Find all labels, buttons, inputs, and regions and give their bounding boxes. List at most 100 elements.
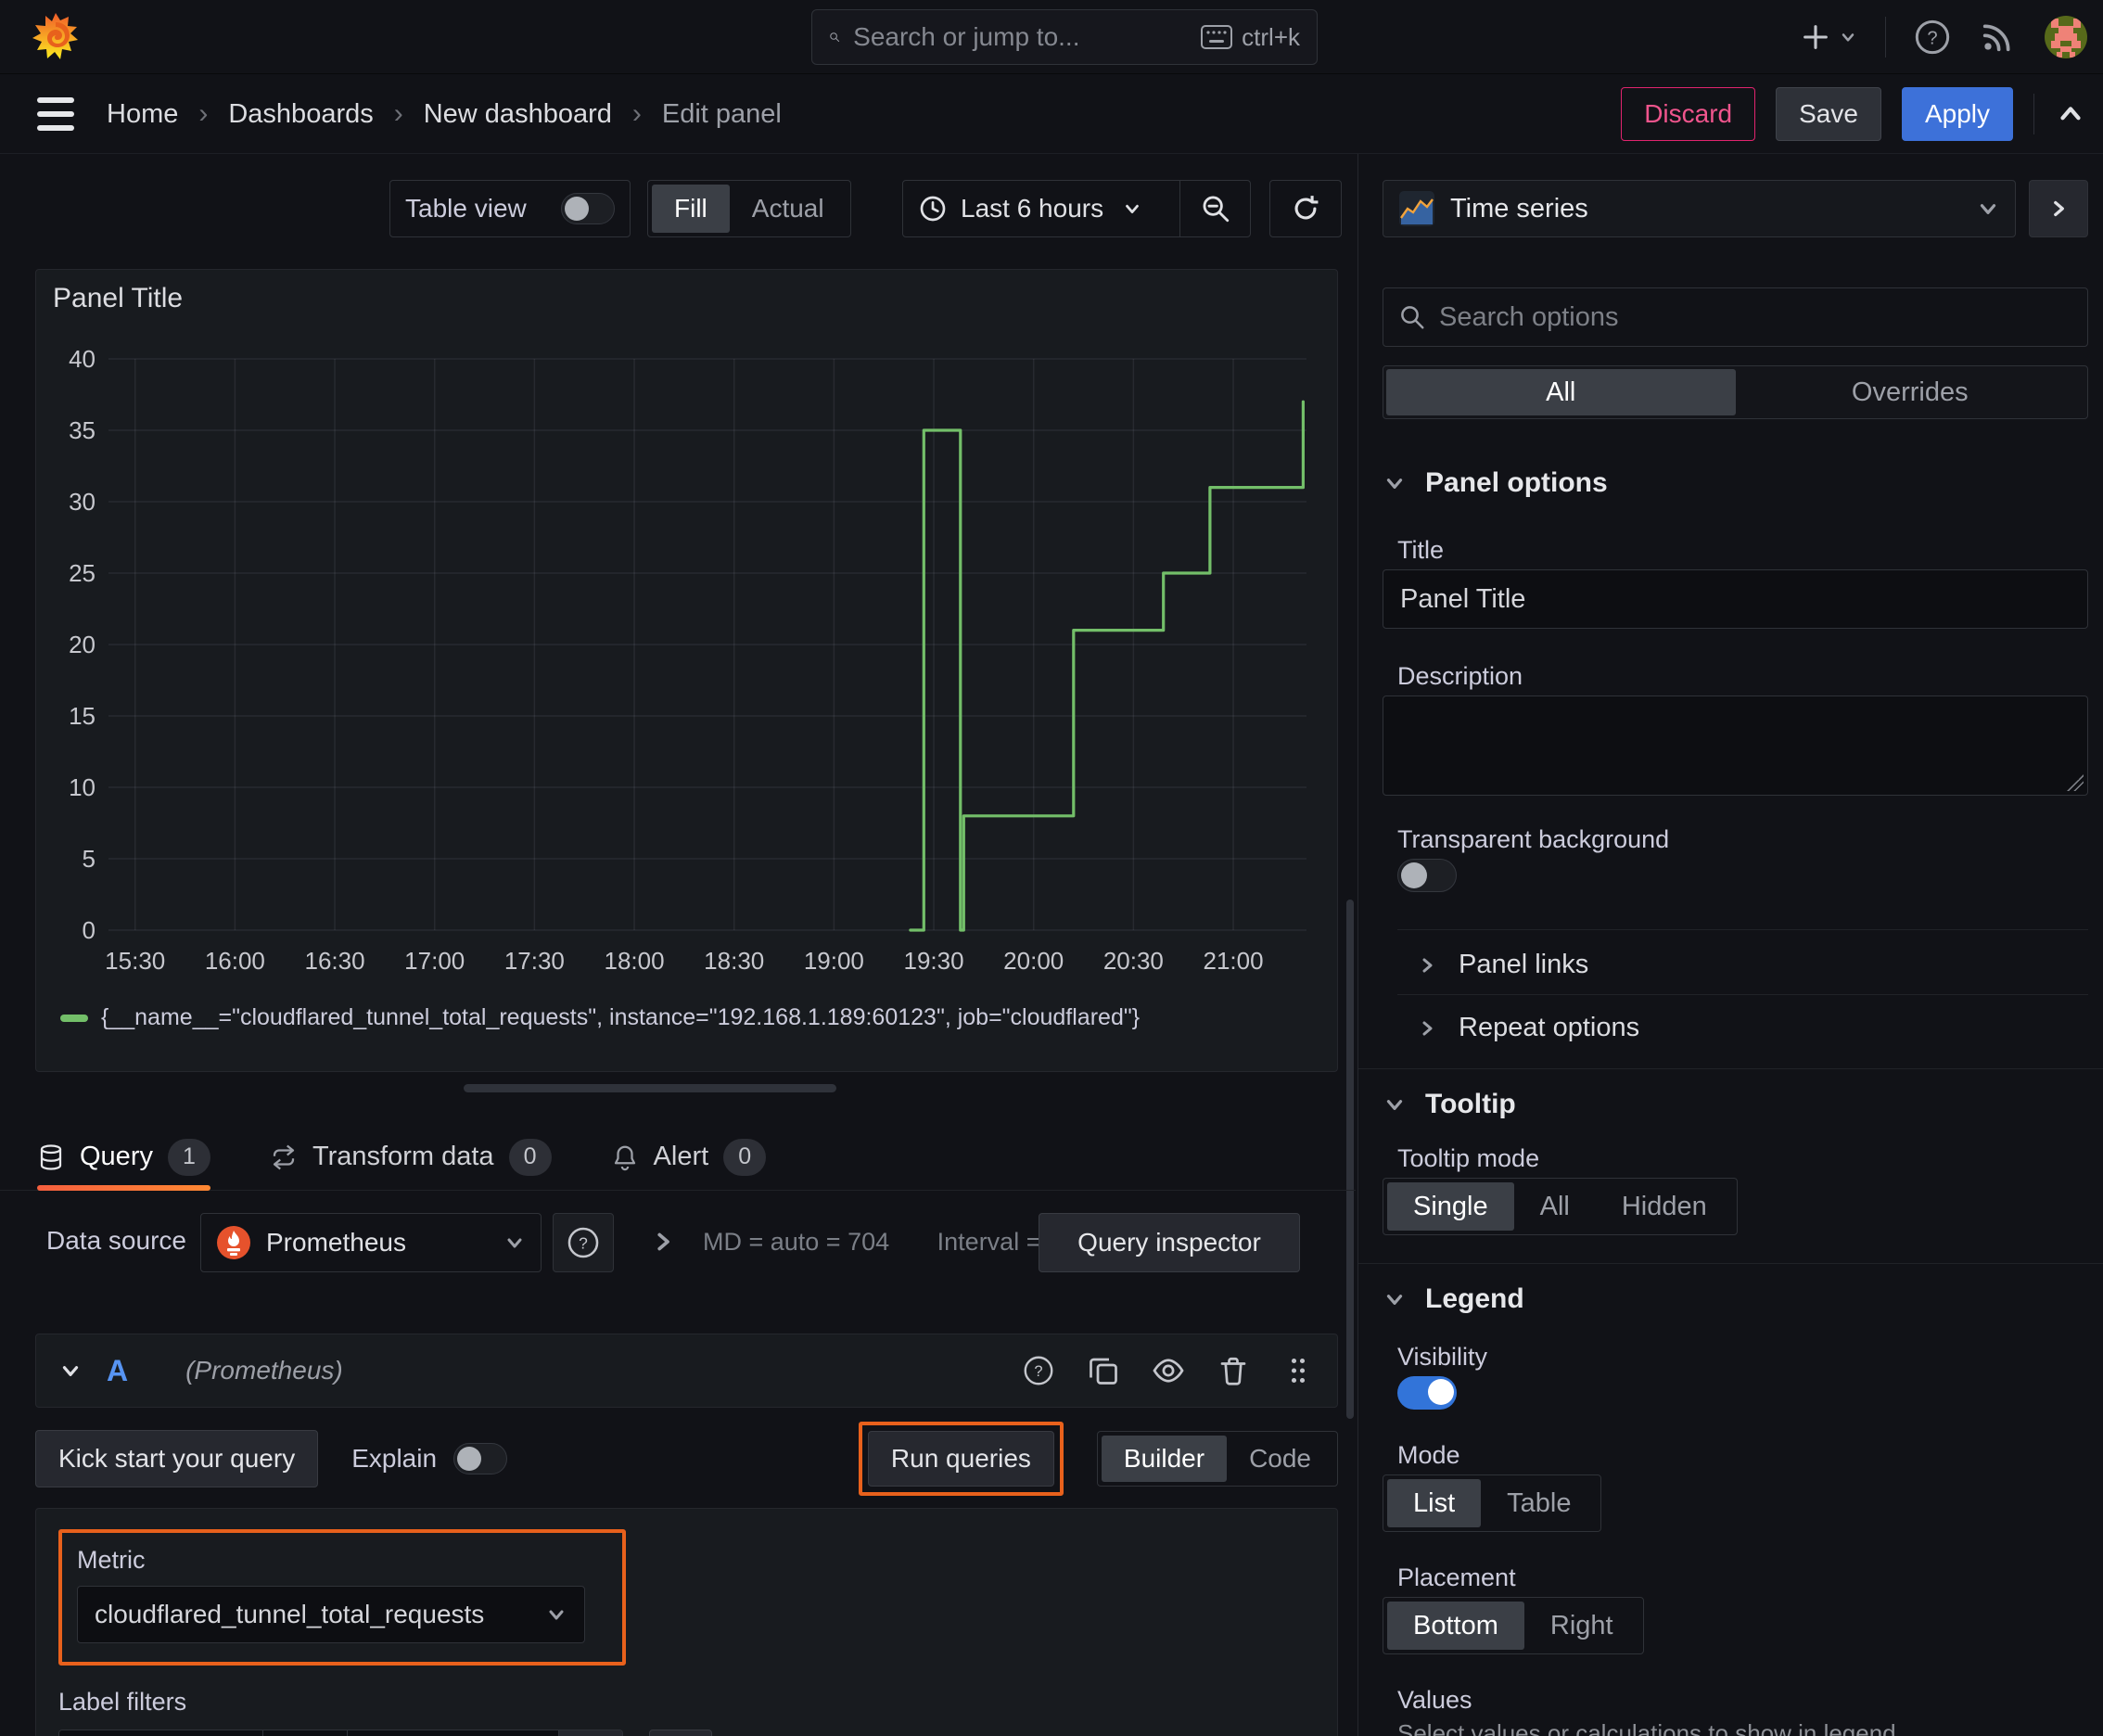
zoom-out-button[interactable] xyxy=(1179,181,1250,236)
run-queries-button[interactable]: Run queries xyxy=(867,1431,1054,1487)
breadcrumb-home[interactable]: Home xyxy=(107,99,178,130)
breadcrumb-new-dashboard[interactable]: New dashboard xyxy=(424,99,612,130)
datasource-help-button[interactable]: ? xyxy=(553,1213,614,1272)
query-stats: MD = auto = 704 Interval = 30s xyxy=(703,1228,1089,1257)
placement-right-option[interactable]: Right xyxy=(1524,1602,1639,1650)
select-label-dropdown[interactable]: Select label xyxy=(59,1730,263,1736)
legend-list-option[interactable]: List xyxy=(1387,1479,1482,1527)
actual-option[interactable]: Actual xyxy=(730,185,847,233)
legend-series-label[interactable]: {__name__="cloudflared_tunnel_total_requ… xyxy=(101,1004,1140,1031)
actions-divider xyxy=(2033,94,2034,134)
tab-alert[interactable]: Alert 0 xyxy=(611,1124,767,1191)
select-value-dropdown[interactable]: Select value xyxy=(348,1730,559,1736)
legend-table-option[interactable]: Table xyxy=(1481,1479,1597,1527)
legend-swatch xyxy=(60,1014,88,1022)
user-avatar[interactable] xyxy=(2044,15,2088,59)
transparent-bg-toggle[interactable] xyxy=(1397,859,1457,892)
hide-response-eye-icon[interactable] xyxy=(1152,1354,1185,1387)
transform-count-badge: 0 xyxy=(508,1138,552,1176)
tooltip-hidden-option[interactable]: Hidden xyxy=(1596,1182,1733,1231)
divider xyxy=(1397,994,2088,995)
news-button[interactable] xyxy=(1979,19,2016,56)
chevron-up-icon xyxy=(2060,107,2081,121)
apply-button[interactable]: Apply xyxy=(1901,87,2013,141)
tooltip-single-option[interactable]: Single xyxy=(1387,1182,1514,1231)
drag-handle-grip-icon[interactable] xyxy=(1281,1354,1315,1387)
panel-view-toolbar: Table view Fill Actual Last 6 hours xyxy=(0,180,1343,237)
discard-button[interactable]: Discard xyxy=(1621,87,1756,141)
placement-bottom-option[interactable]: Bottom xyxy=(1387,1602,1524,1650)
svg-text:?: ? xyxy=(1034,1363,1042,1380)
save-button[interactable]: Save xyxy=(1776,87,1881,141)
svg-text:0: 0 xyxy=(83,916,96,944)
code-option[interactable]: Code xyxy=(1227,1436,1333,1482)
section-repeat-options[interactable]: Repeat options xyxy=(1416,1013,1639,1043)
help-button[interactable]: ? xyxy=(1914,19,1951,56)
query-row-header[interactable]: A (Prometheus) ? xyxy=(35,1334,1338,1408)
viz-suggestions-button[interactable] xyxy=(2029,180,2088,237)
svg-text:10: 10 xyxy=(69,773,96,801)
global-search-input[interactable] xyxy=(853,22,1189,52)
remove-filter-button[interactable] xyxy=(558,1730,622,1736)
description-textarea[interactable] xyxy=(1383,696,2088,796)
query-help-icon[interactable]: ? xyxy=(1022,1354,1055,1387)
section-divider xyxy=(1358,1068,2103,1069)
tooltip-all-option[interactable]: All xyxy=(1514,1182,1596,1231)
builder-option[interactable]: Builder xyxy=(1101,1436,1228,1482)
grafana-logo-icon[interactable] xyxy=(30,11,82,63)
options-search-input[interactable] xyxy=(1439,301,2072,333)
query-row-actions: ? xyxy=(1022,1354,1315,1387)
query-builder-body: Metric cloudflared_tunnel_total_requests… xyxy=(35,1508,1338,1736)
menu-toggle-button[interactable] xyxy=(37,97,74,131)
datasource-label: Data source xyxy=(46,1226,186,1255)
fill-option[interactable]: Fill xyxy=(652,185,730,233)
chevron-down-icon[interactable] xyxy=(58,1359,83,1383)
duplicate-query-icon[interactable] xyxy=(1087,1354,1120,1387)
datasource-picker[interactable]: Prometheus xyxy=(200,1213,542,1272)
panel-title-input[interactable]: Panel Title xyxy=(1383,569,2088,629)
query-toolbar: Kick start your query Explain Run querie… xyxy=(35,1422,1338,1496)
svg-text:17:30: 17:30 xyxy=(504,947,565,975)
builder-code-switch: Builder Code xyxy=(1096,1431,1338,1487)
operator-dropdown[interactable]: = xyxy=(262,1730,349,1736)
chevron-down-icon xyxy=(1980,204,1996,214)
section-tooltip[interactable]: Tooltip xyxy=(1383,1089,1516,1120)
resize-corner[interactable] xyxy=(2067,774,2084,791)
refresh-button[interactable] xyxy=(1269,180,1342,237)
breadcrumb-separator: › xyxy=(393,98,403,129)
breadcrumb-dashboards[interactable]: Dashboards xyxy=(228,99,373,130)
run-queries-highlight: Run queries xyxy=(858,1422,1064,1496)
chevron-right-icon[interactable] xyxy=(649,1228,677,1256)
grafana-edit-panel-page: ctrl+k ? xyxy=(0,0,2103,1736)
new-item-button[interactable] xyxy=(1800,21,1857,53)
legend-visibility-toggle[interactable] xyxy=(1397,1376,1457,1410)
add-filter-button[interactable] xyxy=(648,1730,712,1736)
collapse-options-button[interactable] xyxy=(2055,98,2086,130)
time-range-button[interactable]: Last 6 hours xyxy=(903,194,1179,223)
tab-query[interactable]: Query 1 xyxy=(37,1124,210,1191)
search-icon xyxy=(1401,306,1424,329)
tab-overrides[interactable]: Overrides xyxy=(1736,369,2085,415)
section-legend[interactable]: Legend xyxy=(1383,1283,1524,1315)
section-panel-options[interactable]: Panel options xyxy=(1383,467,1608,499)
visualization-picker[interactable]: Time series xyxy=(1383,180,2016,237)
time-series-chart: 0 5 10 15 20 25 30 35 40 15:30 16:00 16:30 17:00 17:3… xyxy=(69,345,1306,975)
section-panel-links[interactable]: Panel links xyxy=(1416,950,1588,980)
chevron-down-icon xyxy=(549,1610,564,1620)
clock-icon xyxy=(920,196,946,222)
svg-text:15: 15 xyxy=(69,702,96,730)
tab-transform-data[interactable]: Transform data 0 xyxy=(270,1124,552,1191)
question-circle-icon: ? xyxy=(1915,19,1950,55)
delete-query-trash-icon[interactable] xyxy=(1217,1354,1250,1387)
legend-mode-switch: List Table xyxy=(1383,1474,1602,1532)
query-inspector-button[interactable]: Query inspector xyxy=(1039,1213,1300,1272)
label-filters-row: Select label = Select valu xyxy=(58,1730,1315,1736)
pane-resize-handle[interactable] xyxy=(464,1084,836,1092)
tab-all[interactable]: All xyxy=(1386,369,1736,415)
chevron-right-icon xyxy=(1422,958,1433,972)
explain-toggle[interactable] xyxy=(453,1443,508,1474)
table-view-toggle[interactable] xyxy=(561,193,615,224)
svg-text:17:00: 17:00 xyxy=(404,947,465,975)
metric-select[interactable]: cloudflared_tunnel_total_requests xyxy=(77,1586,585,1643)
kick-start-query-button[interactable]: Kick start your query xyxy=(35,1430,319,1487)
